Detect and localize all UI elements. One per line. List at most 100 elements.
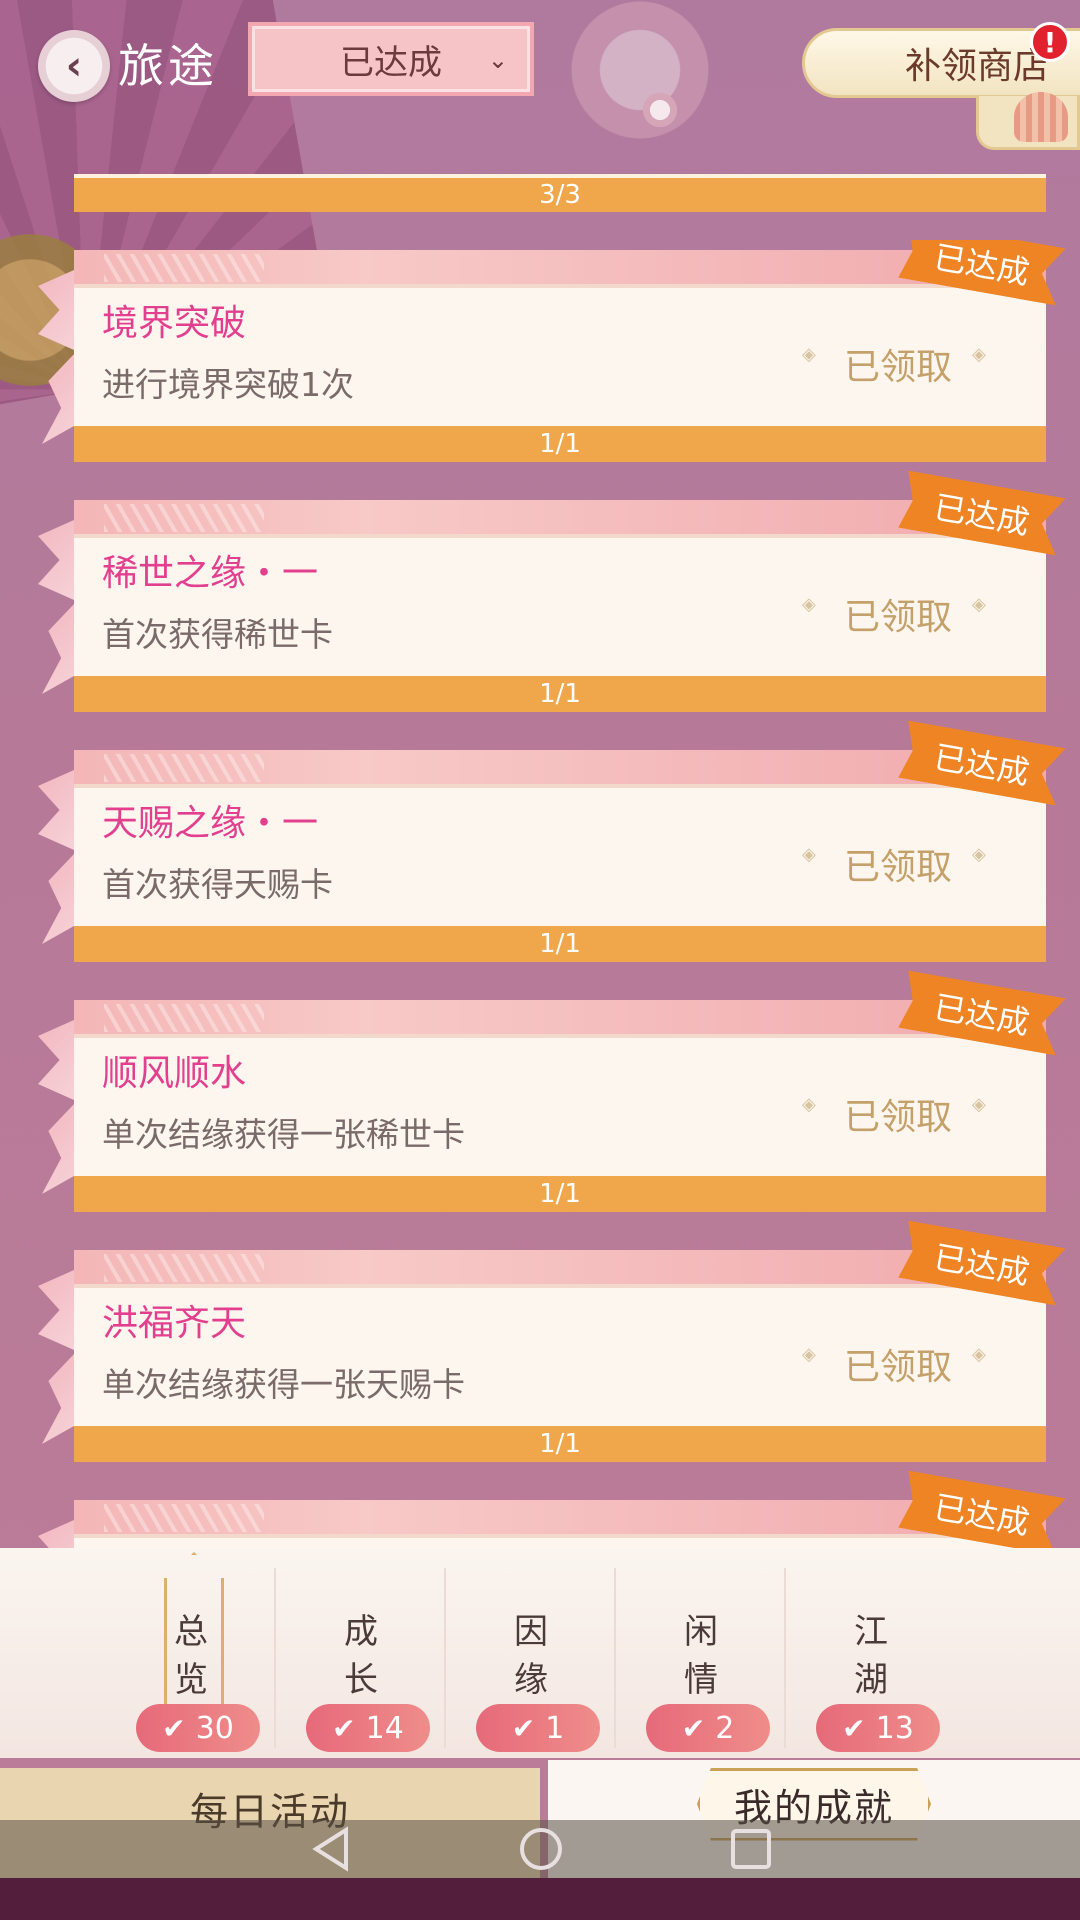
achievement-name: 顺风顺水 [102, 1053, 247, 1094]
ribbon-decoration [38, 770, 78, 950]
progress-text: 1/1 [539, 429, 581, 459]
achievement-name: 洪福齐天 [102, 1303, 247, 1344]
flower-decoration [560, 0, 720, 150]
achievement-card: 稀世之缘・一 首次获得稀世卡 ◈ 已领取 ◈ 1/1 已达成 [74, 500, 1046, 722]
diamond-icon: ◈ [802, 1094, 816, 1115]
card-body: 天赐之缘・一 首次获得天赐卡 ◈ 已领取 ◈ [74, 784, 1046, 926]
diamond-icon: ◈ [802, 594, 816, 615]
progress-text: 1/1 [539, 929, 581, 959]
petal-decoration [640, 90, 680, 130]
category-label: 缘 [514, 1660, 548, 1700]
category-growth[interactable]: 成 长 ✔ 14 [276, 1548, 446, 1758]
achievement-name: 天赐之缘・一 [102, 803, 319, 844]
progress-text: 1/1 [539, 1429, 581, 1459]
progress-bar: 1/1 [74, 926, 1046, 962]
progress-bar: 1/1 [74, 676, 1046, 712]
chevron-down-icon: ⌄ [487, 46, 508, 74]
category-label: 情 [684, 1660, 718, 1700]
count-badge: ✔ 30 [136, 1704, 260, 1752]
progress-text: 1/1 [539, 1179, 581, 1209]
achievement-description: 首次获得天赐卡 [102, 865, 333, 904]
diamond-icon: ◈ [802, 344, 816, 365]
count-badge: ✔ 2 [646, 1704, 770, 1752]
diamond-icon: ◈ [802, 844, 816, 865]
diamond-icon: ◈ [802, 1344, 816, 1365]
ribbon-decoration [38, 1020, 78, 1200]
count-badge: ✔ 14 [306, 1704, 430, 1752]
card-body: 顺风顺水 单次结缘获得一张稀世卡 ◈ 已领取 ◈ [74, 1034, 1046, 1176]
count-value: 1 [545, 1710, 565, 1746]
category-panel: 总 览 ✔ 30 成 长 ✔ 14 因 缘 ✔ 1 闲 情 ✔ 2 江 湖 ✔ 13 [0, 1548, 1080, 1758]
back-button[interactable]: ‹ [38, 30, 110, 102]
category-label: 湖 [854, 1660, 888, 1700]
bottom-strip [0, 1878, 1080, 1920]
achievement-list[interactable]: 境界突破 进行境界突破1次 ◈ 已领取 ◈ 1/1 已达成 稀世之缘・一 首次获… [0, 240, 1080, 1548]
check-icon: ✔ [842, 1711, 866, 1745]
achievement-card: 洪福齐天 单次结缘获得一张天赐卡 ◈ 已领取 ◈ 1/1 已达成 [74, 1250, 1046, 1472]
claimed-status: 已领取 [844, 847, 953, 888]
achievement-description: 首次获得稀世卡 [102, 615, 333, 654]
category-label: 总 [174, 1612, 208, 1652]
ribbon-decoration [38, 520, 78, 700]
square-recent-icon[interactable] [726, 1824, 776, 1874]
group-progress-bar: 3/3 [74, 174, 1046, 212]
achievement-card: 顺风顺水 单次结缘获得一张稀世卡 ◈ 已领取 ◈ 1/1 已达成 [74, 1000, 1046, 1222]
progress-bar: 1/1 [74, 1176, 1046, 1212]
achievement-description: 单次结缘获得一张天赐卡 [102, 1365, 465, 1404]
alert-icon: ! [1030, 22, 1070, 62]
category-label: 成 [344, 1612, 378, 1652]
claimed-status: 已领取 [844, 347, 953, 388]
diamond-icon: ◈ [972, 1094, 986, 1115]
ribbon-decoration [38, 1520, 78, 1548]
shell-icon [1014, 92, 1068, 142]
card-header-band [74, 1000, 1046, 1034]
check-icon: ✔ [162, 1711, 186, 1745]
category-label: 闲 [684, 1612, 718, 1652]
card-header-band [74, 1500, 1046, 1534]
ribbon-decoration [38, 1270, 78, 1450]
diamond-icon: ◈ [972, 344, 986, 365]
card-body: 境界突破 进行境界突破1次 ◈ 已领取 ◈ [74, 284, 1046, 426]
chevron-left-icon: ‹ [65, 43, 83, 89]
progress-bar: 1/1 [74, 426, 1046, 462]
ribbon-decoration [38, 270, 78, 450]
category-jianghu[interactable]: 江 湖 ✔ 13 [786, 1548, 956, 1758]
card-header-band [74, 750, 1046, 784]
count-value: 30 [195, 1710, 234, 1746]
category-leisure[interactable]: 闲 情 ✔ 2 [616, 1548, 786, 1758]
category-label: 长 [344, 1660, 378, 1700]
progress-bar: 1/1 [74, 1426, 1046, 1462]
achievement-card: 天赐之缘・一 首次获得天赐卡 ◈ 已领取 ◈ 1/1 已达成 [74, 750, 1046, 972]
achievement-card: 境界突破 进行境界突破1次 ◈ 已领取 ◈ 1/1 已达成 [74, 250, 1046, 472]
count-badge: ✔ 13 [816, 1704, 940, 1752]
diamond-icon: ◈ [972, 594, 986, 615]
category-label: 因 [514, 1612, 548, 1652]
count-value: 2 [715, 1710, 735, 1746]
claimed-status: 已领取 [844, 1097, 953, 1138]
claimed-status: 已领取 [844, 1347, 953, 1388]
group-progress-text: 3/3 [539, 180, 581, 210]
page-title: 旅途 [118, 39, 218, 93]
achievement-description: 进行境界突破1次 [102, 365, 354, 404]
diamond-icon: ◈ [972, 844, 986, 865]
count-value: 13 [875, 1710, 914, 1746]
achievement-name: 稀世之缘・一 [102, 553, 319, 594]
achievement-name: 境界突破 [102, 303, 247, 344]
count-badge: ✔ 1 [476, 1704, 600, 1752]
filter-selected-label: 已达成 [340, 42, 442, 83]
progress-text: 1/1 [539, 679, 581, 709]
achievement-card: 已达成 [74, 1500, 1046, 1548]
circle-home-icon[interactable] [516, 1824, 566, 1874]
card-header-band [74, 1250, 1046, 1284]
triangle-back-icon[interactable] [306, 1824, 356, 1874]
category-label: 览 [174, 1660, 208, 1700]
category-overview[interactable]: 总 览 ✔ 30 [106, 1548, 276, 1758]
check-icon: ✔ [511, 1711, 536, 1745]
card-header-band [74, 250, 1046, 284]
filter-dropdown[interactable]: 已达成 ⌄ [248, 22, 534, 96]
card-body: 洪福齐天 单次结缘获得一张天赐卡 ◈ 已领取 ◈ [74, 1284, 1046, 1426]
achievement-description: 单次结缘获得一张稀世卡 [102, 1115, 465, 1154]
card-body [74, 1534, 1046, 1548]
shop-label: 补领商店 [904, 46, 1049, 87]
category-fate[interactable]: 因 缘 ✔ 1 [446, 1548, 616, 1758]
